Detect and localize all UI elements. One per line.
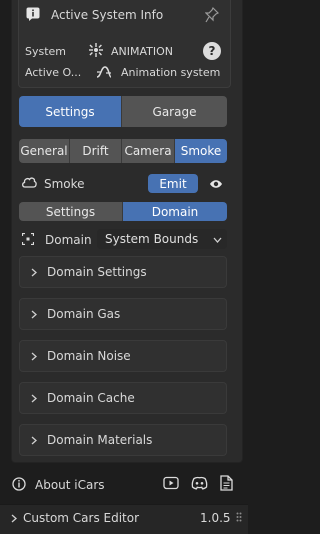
panel-domain-materials-label: Domain Materials bbox=[47, 433, 153, 447]
tab-smoke-label: Smoke bbox=[180, 144, 222, 158]
smoke-icon bbox=[21, 175, 37, 192]
tab-general[interactable]: General bbox=[19, 139, 70, 163]
chevron-right-icon bbox=[31, 394, 41, 403]
tab-smoke-settings-label: Settings bbox=[45, 204, 96, 219]
eye-icon[interactable] bbox=[209, 178, 223, 192]
document-icon[interactable] bbox=[220, 475, 233, 494]
emit-button[interactable]: Emit bbox=[148, 174, 198, 193]
domain-label: Domain bbox=[45, 233, 92, 247]
tab-garage-label: Garage bbox=[152, 104, 197, 119]
tab-domain-label: Domain bbox=[151, 204, 199, 219]
panel-domain-gas-label: Domain Gas bbox=[47, 307, 121, 321]
panel-domain-settings-label: Domain Settings bbox=[47, 265, 147, 279]
chevron-right-icon bbox=[11, 512, 17, 526]
about-label: About iCars bbox=[35, 478, 105, 492]
panel-domain-gas[interactable]: Domain Gas bbox=[19, 298, 227, 330]
domain-select-value: System Bounds bbox=[105, 232, 199, 246]
help-icon[interactable]: ? bbox=[203, 42, 221, 60]
tab-drift[interactable]: Drift bbox=[70, 139, 122, 163]
drag-handle-icon[interactable] bbox=[236, 512, 242, 527]
smoke-label: Smoke bbox=[44, 177, 85, 191]
panel-domain-noise-label: Domain Noise bbox=[47, 349, 131, 363]
system-label: System bbox=[25, 45, 67, 58]
domain-bounds-icon bbox=[21, 232, 35, 248]
panel-domain-settings[interactable]: Domain Settings bbox=[19, 256, 227, 288]
feature-tabs: General Drift Camera Smoke bbox=[19, 139, 227, 163]
system-value: ANIMATION bbox=[111, 45, 174, 58]
emit-button-label: Emit bbox=[159, 176, 187, 191]
tab-smoke[interactable]: Smoke bbox=[175, 139, 227, 163]
info-icon bbox=[26, 7, 40, 24]
footer-title: Custom Cars Editor bbox=[23, 511, 140, 525]
tab-general-label: General bbox=[20, 144, 68, 158]
tab-drift-label: Drift bbox=[82, 144, 109, 158]
footer-version: 1.0.5 bbox=[200, 511, 231, 525]
tab-domain[interactable]: Domain bbox=[123, 202, 227, 221]
tab-camera[interactable]: Camera bbox=[122, 139, 175, 163]
tab-settings-label: Settings bbox=[45, 104, 95, 119]
panel-domain-cache[interactable]: Domain Cache bbox=[19, 382, 227, 414]
panel-domain-materials[interactable]: Domain Materials bbox=[19, 424, 227, 456]
animation-system-icon bbox=[89, 43, 103, 60]
chevron-down-icon bbox=[213, 232, 222, 246]
tab-garage[interactable]: Garage bbox=[122, 96, 227, 127]
chevron-right-icon bbox=[31, 310, 41, 319]
tab-settings[interactable]: Settings bbox=[19, 96, 122, 127]
tab-camera-label: Camera bbox=[124, 144, 172, 158]
chevron-right-icon bbox=[31, 436, 41, 445]
pin-icon[interactable] bbox=[204, 6, 220, 26]
discord-icon[interactable] bbox=[191, 476, 208, 493]
chevron-right-icon bbox=[31, 352, 41, 361]
about-info-icon[interactable] bbox=[12, 477, 26, 494]
main-tabs: Settings Garage bbox=[19, 96, 227, 127]
animation-curve-icon bbox=[96, 64, 112, 83]
active-object-label: Active O... bbox=[25, 66, 82, 79]
youtube-icon[interactable] bbox=[163, 476, 179, 493]
info-panel-title: Active System Info bbox=[51, 8, 164, 22]
tab-smoke-settings[interactable]: Settings bbox=[19, 202, 123, 221]
active-object-value: Animation system bbox=[121, 66, 221, 79]
smoke-tabs: Settings Domain bbox=[19, 202, 227, 221]
chevron-right-icon bbox=[31, 268, 41, 277]
panel-domain-cache-label: Domain Cache bbox=[47, 391, 135, 405]
panel-domain-noise[interactable]: Domain Noise bbox=[19, 340, 227, 372]
domain-select[interactable]: System Bounds bbox=[97, 229, 227, 249]
